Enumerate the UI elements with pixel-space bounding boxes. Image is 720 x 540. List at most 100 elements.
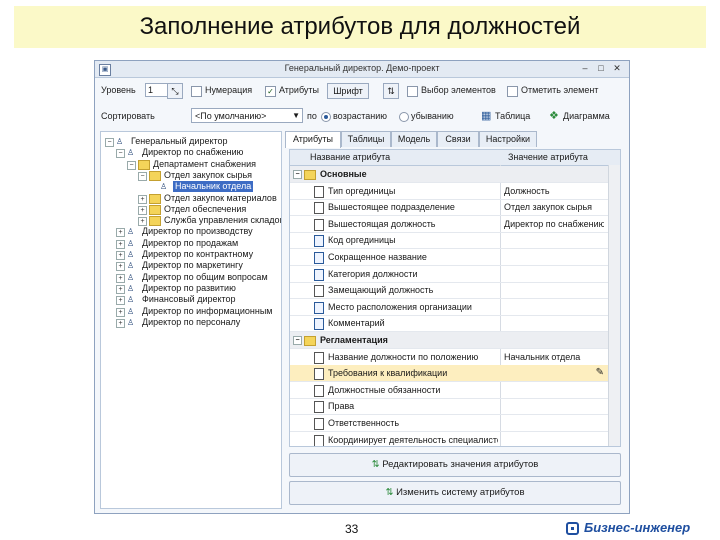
level-spinner[interactable]: 1 <box>145 83 169 97</box>
tree-item[interactable]: + ♙ Директор по персоналу <box>101 317 281 328</box>
expand-icon[interactable]: + <box>116 262 125 272</box>
tree-item[interactable]: + ♙ Финансовый директор <box>101 294 281 306</box>
edit-icon[interactable]: ✎ <box>596 367 604 378</box>
tree-item[interactable]: ♙ Начальник отдела <box>101 181 281 193</box>
grid-row[interactable]: Должностные обязанности <box>290 382 608 399</box>
diagram-label[interactable]: Диаграмма <box>563 111 610 121</box>
tree-item[interactable]: − Отдел закупок сырья <box>101 170 281 181</box>
mark-element-checkbox[interactable] <box>507 86 518 97</box>
attribute-value[interactable] <box>504 266 604 282</box>
expand-icon[interactable]: + <box>116 296 125 306</box>
tree-item[interactable]: + Служба управления складом <box>101 215 281 227</box>
close-button[interactable]: ✕ <box>611 63 623 74</box>
collapse-icon[interactable]: − <box>293 336 302 345</box>
edit-values-button[interactable]: ⇅ Редактировать значения атрибутов <box>289 453 621 477</box>
expand-icon[interactable]: + <box>138 217 147 227</box>
attribute-value[interactable] <box>504 432 604 446</box>
attribute-value[interactable] <box>504 249 604 265</box>
attribute-value[interactable]: Должность <box>504 183 604 199</box>
attribute-value[interactable] <box>504 315 604 331</box>
expand-icon[interactable]: + <box>116 239 125 249</box>
tab-4[interactable]: Настройки <box>479 131 537 147</box>
asc-radio[interactable] <box>321 112 331 122</box>
attribute-value[interactable] <box>504 282 604 298</box>
expand-icon[interactable]: + <box>116 307 125 317</box>
tree-item[interactable]: + ♙ Директор по контрактному <box>101 249 281 260</box>
tab-1[interactable]: Таблицы <box>341 131 391 147</box>
tab-0[interactable]: Атрибуты <box>285 131 341 148</box>
expand-icon[interactable]: + <box>116 273 125 283</box>
grid-row[interactable]: Права <box>290 398 608 416</box>
grid-row[interactable]: Ответственность <box>290 415 608 432</box>
sort-order-icon[interactable]: ⇅ <box>383 83 399 99</box>
grid-row[interactable]: Требования к квалификации ✎ <box>290 365 608 383</box>
tree-item-label: Директор по развитию <box>142 282 236 293</box>
tree-item[interactable]: + Отдел обеспечения <box>101 204 281 215</box>
select-elements-checkbox[interactable] <box>407 86 418 97</box>
grid-row[interactable]: Сокращенное название <box>290 249 608 266</box>
tab-2[interactable]: Модель <box>391 131 437 147</box>
expand-icon[interactable]: + <box>116 251 125 260</box>
grid-row[interactable]: Тип оргединицы Должность <box>290 183 608 200</box>
attribute-value[interactable]: Начальник отдела <box>504 349 604 365</box>
change-system-icon: ⇅ <box>385 487 394 498</box>
tree-item[interactable]: + ♙ Директор по информационным <box>101 306 281 317</box>
desc-radio[interactable] <box>399 112 409 122</box>
change-system-button[interactable]: ⇅ Изменить систему атрибутов <box>289 481 621 505</box>
attribute-value[interactable] <box>504 382 604 398</box>
tree-item[interactable]: − ♙ Генеральный директор <box>101 136 281 147</box>
tree-item[interactable]: − ♙ Директор по снабжению <box>101 147 281 159</box>
grid-row[interactable]: Категория должности <box>290 266 608 283</box>
collapse-icon[interactable]: ⤡ <box>167 83 183 99</box>
expand-icon[interactable]: + <box>138 194 147 204</box>
table-label[interactable]: Таблица <box>495 111 530 121</box>
expand-icon[interactable]: + <box>116 284 125 294</box>
font-button[interactable]: Шрифт <box>327 83 369 99</box>
attribute-value[interactable] <box>504 415 604 431</box>
collapse-icon[interactable]: − <box>293 170 302 179</box>
grid-group-row[interactable]: − Основные <box>290 166 608 183</box>
grid-group-row[interactable]: − Регламентация <box>290 332 608 349</box>
expand-icon[interactable]: + <box>116 318 125 328</box>
grid-row[interactable]: Замещающий должность <box>290 282 608 300</box>
attribute-name: Категория должности <box>328 268 418 279</box>
column-header-name[interactable]: Название атрибута <box>310 150 390 165</box>
column-header-value[interactable]: Значение атрибута <box>508 150 588 165</box>
vertical-scrollbar[interactable] <box>608 165 620 446</box>
tree-item[interactable]: + ♙ Директор по развитию <box>101 283 281 294</box>
tree-item[interactable]: + ♙ Директор по производству <box>101 226 281 238</box>
minimize-button[interactable]: – <box>579 63 591 74</box>
tree-item[interactable]: − Департамент снабжения <box>101 159 281 170</box>
attribute-value[interactable]: Отдел закупок сырья <box>504 199 604 215</box>
grid-row[interactable]: Код оргединицы <box>290 232 608 250</box>
table-icon[interactable]: ▦ <box>481 109 491 122</box>
tab-3[interactable]: Связи <box>437 131 479 147</box>
tree-item[interactable]: + Отдел закупок материалов <box>101 193 281 204</box>
grid-row[interactable]: Вышестоящая должность Директор по снабжен… <box>290 216 608 233</box>
grid-row[interactable]: Координирует деятельность специалистов <box>290 432 608 446</box>
grid-row[interactable]: Название должности по положению Начальник… <box>290 349 608 366</box>
attribute-value[interactable] <box>504 232 604 248</box>
attribute-value[interactable] <box>504 299 604 315</box>
collapse-icon[interactable]: − <box>127 160 136 170</box>
attribute-value[interactable]: Директор по снабжению <box>504 216 604 232</box>
maximize-button[interactable]: □ <box>595 63 607 74</box>
collapse-icon[interactable]: − <box>116 149 125 159</box>
attribute-value[interactable] <box>504 365 604 381</box>
tree-item[interactable]: + ♙ Директор по общим вопросам <box>101 272 281 283</box>
grid-row[interactable]: Вышестоящее подразделение Отдел закупок с… <box>290 199 608 217</box>
sort-combo[interactable]: <По умолчанию> ▼ <box>191 108 303 123</box>
attributes-checkbox[interactable]: ✓ <box>265 86 276 97</box>
grid-row[interactable]: Комментарий <box>290 315 608 333</box>
collapse-icon[interactable]: − <box>138 171 147 181</box>
numbering-checkbox[interactable] <box>191 86 202 97</box>
org-tree[interactable]: − ♙ Генеральный директор − ♙ Директор по снаб… <box>100 131 282 509</box>
attribute-value[interactable] <box>504 398 604 414</box>
tree-item[interactable]: + ♙ Директор по маркетингу <box>101 260 281 272</box>
grid-row[interactable]: Место расположения организации <box>290 299 608 316</box>
collapse-icon[interactable]: − <box>105 138 114 147</box>
tree-item[interactable]: + ♙ Директор по продажам <box>101 238 281 249</box>
expand-icon[interactable]: + <box>138 205 147 215</box>
diagram-icon[interactable]: ❖ <box>549 109 559 122</box>
expand-icon[interactable]: + <box>116 228 125 238</box>
